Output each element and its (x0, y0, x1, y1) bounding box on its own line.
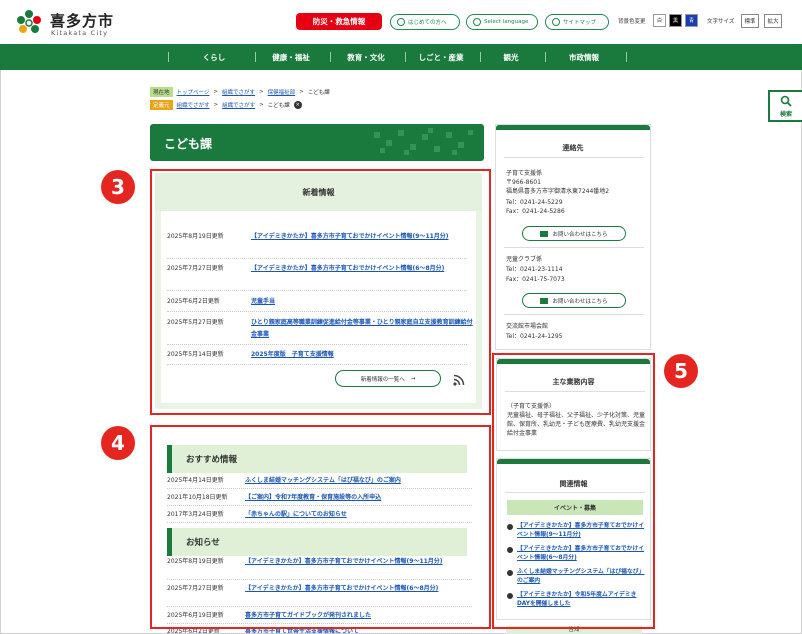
breadcrumb-now-tag: 現在地 (150, 87, 173, 97)
nav-item-education[interactable]: 教育・文化 (333, 44, 399, 70)
contact-address: 福島県喜多方市字御清水東7244番地2 (506, 188, 610, 195)
mail-button-label: お問い合わせはこちら (552, 231, 608, 238)
shield-icon (397, 18, 405, 26)
mail-icon (540, 297, 549, 304)
search-icon (780, 95, 792, 107)
decorative-pattern-icon (374, 128, 473, 155)
first-visit-button[interactable]: はじめての方へ (390, 14, 460, 30)
annotation-frame-4 (150, 425, 491, 629)
contact-card: 連絡先 子育て支援係 〒966-8601 福島県喜多方市字御清水東7244番地2… (495, 124, 651, 350)
contact-mail-button-2[interactable]: お問い合わせはこちら (522, 293, 626, 308)
nav-divider (626, 52, 627, 62)
emergency-info-button[interactable]: 防災・救急情報 (296, 13, 382, 30)
annotation-frame-5 (492, 353, 655, 629)
contact-club: 児童クラブ係 (506, 256, 543, 263)
contact-tel-2: Tel：0241-23-1114 (506, 266, 563, 273)
divider (504, 247, 644, 248)
breadcrumb-skip-tag: 定義元 (150, 100, 173, 110)
contact-dept: 子育て支援係 (506, 170, 543, 177)
nav-item-tourism[interactable]: 観光 (483, 44, 539, 70)
breadcrumb-current-2: こども課 (267, 103, 290, 109)
breadcrumb-current: こども課 (307, 90, 330, 96)
bg-white-button[interactable]: 白 (653, 14, 666, 27)
city-emblem-icon (17, 10, 41, 33)
fontsize-normal-button[interactable]: 標準 (741, 14, 759, 28)
logo-subtitle: Kitakata City (51, 29, 109, 37)
bgcolor-label: 背景色変更 (618, 19, 646, 25)
divider (504, 157, 644, 158)
nav-item-city-admin[interactable]: 市政情報 (548, 44, 620, 70)
side-search-tab[interactable]: 検索 (768, 90, 802, 122)
fontsize-label: 文字サイズ (707, 19, 735, 25)
sitemap-icon (552, 18, 560, 26)
sitemap-button[interactable]: サイトマップ (545, 14, 609, 30)
first-visit-label: はじめての方へ (408, 20, 447, 26)
page-title-banner: こども課 (150, 124, 484, 161)
nav-divider (330, 52, 331, 62)
breadcrumb: 現在地 トップページ > 組織でさがす > 保健福祉部 > こども課 (150, 87, 330, 97)
annotation-badge-4: 4 (101, 426, 135, 460)
contact-tel-1: Tel：0241-24-5229 (506, 199, 563, 206)
search-tab-label: 検索 (779, 110, 792, 118)
select-language-button[interactable]: Select language (466, 14, 538, 30)
annotation-badge-3: 3 (101, 170, 135, 204)
globe-icon (473, 18, 481, 26)
nav-divider (405, 52, 406, 62)
site-logo[interactable]: 喜多方市 Kitakata City (14, 8, 124, 38)
breadcrumb-link-org-3[interactable]: 組織でさがす (222, 101, 255, 109)
nav-item-life[interactable]: くらし (178, 44, 250, 70)
close-icon[interactable]: × (293, 101, 302, 109)
annotation-badge-5: 5 (664, 354, 698, 388)
sitemap-label: サイトマップ (563, 20, 597, 26)
breadcrumb-link-dept[interactable]: 保健福祉部 (268, 88, 296, 96)
breadcrumb-link-top[interactable]: トップページ (177, 88, 210, 96)
site-header: 喜多方市 Kitakata City 防災・救急情報 はじめての方へ Selec… (0, 0, 802, 44)
logo-name: 喜多方市 (50, 12, 115, 30)
nav-divider (480, 52, 481, 62)
contact-title: 連絡先 (562, 144, 584, 152)
breadcrumb-secondary: 定義元 組織でさがす > 組織でさがす > こども課 × (150, 100, 302, 110)
bg-blue-button[interactable]: 青 (685, 14, 698, 27)
nav-divider (545, 52, 546, 62)
nav-divider (168, 52, 169, 62)
contact-mail-button[interactable]: お問い合わせはこちら (522, 226, 626, 241)
page-title: こども課 (164, 137, 213, 151)
nav-item-health[interactable]: 健康・福祉 (258, 44, 324, 70)
annotation-frame-3 (150, 169, 491, 415)
contact-postal: 〒966-8601 (506, 179, 541, 186)
fontsize-large-button[interactable]: 拡大 (764, 14, 782, 28)
contact-fax-1: Fax：0241-24-5286 (506, 208, 565, 215)
mail-icon (540, 230, 549, 237)
breadcrumb-link-org-2[interactable]: 組織でさがす (177, 101, 210, 109)
divider (504, 314, 644, 315)
bg-black-button[interactable]: 黒 (669, 14, 682, 27)
breadcrumb-link-org[interactable]: 組織でさがす (222, 88, 255, 96)
contact-fax-2: Fax：0241-75-7073 (506, 276, 565, 283)
nav-item-work[interactable]: しごと・産業 (408, 44, 474, 70)
contact-tel-3: Tel：0241-24-1295 (506, 333, 563, 340)
contact-center: 交流館市場会館 (506, 323, 549, 330)
global-nav: くらし 健康・福祉 教育・文化 しごと・産業 観光 市政情報 (0, 44, 802, 70)
mail-button-label: お問い合わせはこちら (552, 298, 608, 305)
card-accent (496, 125, 650, 130)
select-language-label: Select language (484, 19, 529, 25)
nav-divider (255, 52, 256, 62)
